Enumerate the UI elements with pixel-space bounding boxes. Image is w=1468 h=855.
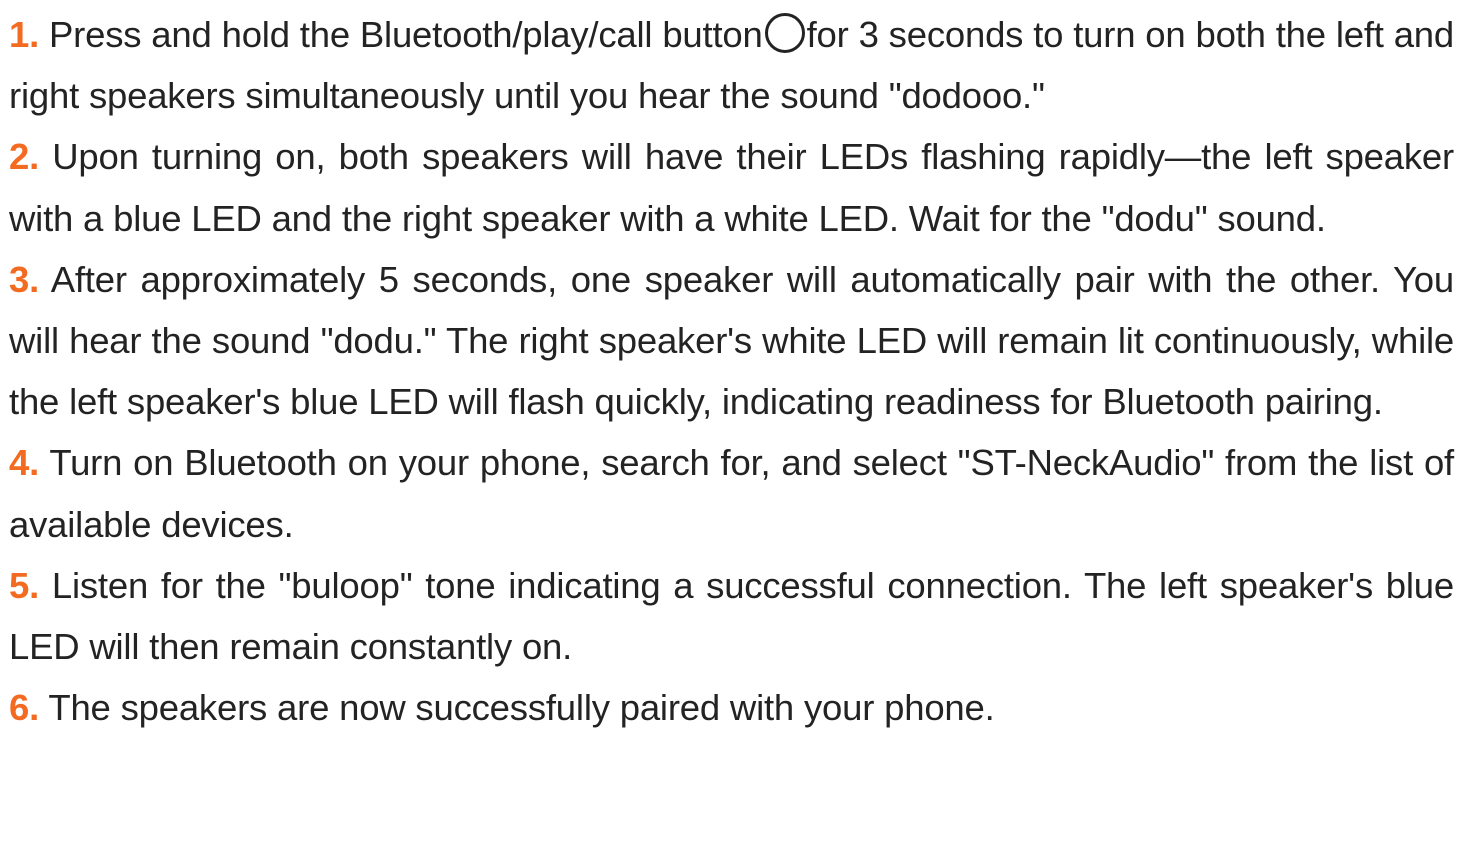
instructions-document: 1. Press and hold the Bluetooth/play/cal…: [0, 0, 1468, 855]
step-text: Upon turning on, both speakers will have…: [9, 136, 1454, 239]
step-text: Press and hold the Bluetooth/play/call b…: [49, 14, 763, 55]
step-1: 1. Press and hold the Bluetooth/play/cal…: [9, 4, 1454, 126]
step-text: After approximately 5 seconds, one speak…: [9, 258, 1454, 423]
step-text: Turn on Bluetooth on your phone, search …: [9, 442, 1454, 545]
step-number: 2.: [9, 136, 40, 178]
step-2: 2. Upon turning on, both speakers will h…: [9, 126, 1454, 248]
step-number: 5.: [9, 564, 40, 606]
circle-button-icon: [764, 13, 805, 53]
step-number: 3.: [9, 258, 40, 300]
step-text: Listen for the "buloop" tone indicating …: [9, 564, 1454, 668]
step-4: 4. Turn on Bluetooth on your phone, sear…: [9, 432, 1454, 554]
step-6: 6. The speakers are now successfully pai…: [9, 677, 1454, 738]
step-number: 1.: [9, 14, 40, 55]
step-number: 6.: [9, 687, 40, 729]
step-text: The speakers are now successfully paired…: [48, 687, 995, 729]
step-5: 5. Listen for the "buloop" tone indicati…: [9, 555, 1454, 677]
step-3: 3. After approximately 5 seconds, one sp…: [9, 249, 1454, 433]
step-number: 4.: [9, 442, 40, 484]
